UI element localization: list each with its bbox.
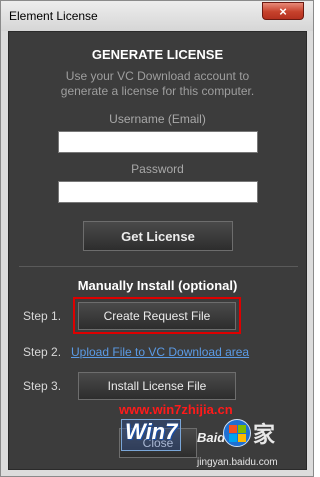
close-icon: × [279,3,287,19]
jia-character: 家 [253,422,276,447]
baidu-domain-text: jingyan.baidu.com [197,457,278,468]
windows-flag-icon [223,419,251,447]
manual-install-heading: Manually Install (optional) [77,278,238,293]
get-license-label: Get License [121,228,195,244]
password-label: Password [131,162,184,176]
password-input[interactable] [58,181,258,203]
watermark-url: www.win7zhijia.cn [119,402,233,417]
step3-label: Step 3. [23,379,62,393]
win7-logo-text: Win7 [125,419,178,444]
upload-file-link[interactable]: Upload File to VC Download area [71,345,249,359]
window-close-button[interactable]: × [262,2,304,20]
step1-label: Step 1. [23,309,62,323]
create-request-file-label: Create Request File [103,309,211,323]
username-input[interactable] [58,131,258,153]
section-divider [19,266,298,267]
step2-label: Step 2. [23,345,62,359]
username-label: Username (Email) [109,112,206,126]
title-bar: Element License × [1,1,313,31]
window-title: Element License [9,9,98,23]
install-license-file-label: Install License File [107,379,207,393]
generate-license-heading: GENERATE LICENSE [91,47,224,62]
generate-description-line2: generate a license for this computer. [60,84,255,98]
license-dialog: Element License × GENERATE LICENSE Use y… [0,0,314,477]
install-license-file-button[interactable]: Install License File [78,372,236,400]
create-request-file-button[interactable]: Create Request File [78,302,236,330]
get-license-button[interactable]: Get License [83,221,233,251]
generate-description-line1: Use your VC Download account to [65,69,250,83]
